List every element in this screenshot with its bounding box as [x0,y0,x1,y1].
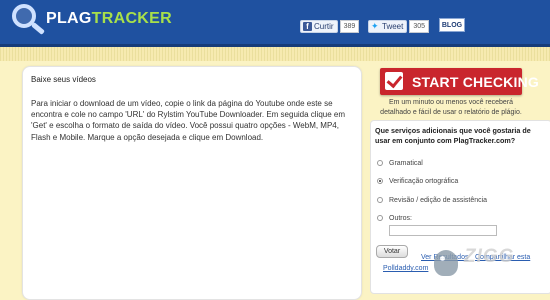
panel-body-text[interactable]: Para iniciar o download de um vídeo, cop… [31,98,357,143]
zigg-watermark-text: ZIGG [464,246,515,267]
facebook-like-count: 389 [339,19,360,33]
facebook-like-button[interactable]: f Curtir [300,19,338,33]
cta-subtitle: Em um minuto ou menos você receberá deta… [380,99,522,116]
polldaddy-link[interactable]: Polldaddy.com [383,265,428,272]
header-stripe-divider [0,47,550,61]
poll-option-revisao[interactable]: Revisão / edição de assistência [377,195,487,205]
panel-title: Baixe seus vídeos [31,75,96,84]
logo-text: PLAGTRACKER [46,10,172,28]
zigg-watermark: ZIGG [430,244,540,284]
poll-option-gramatical[interactable]: Gramatical [377,158,423,168]
outros-text-input[interactable] [389,225,497,236]
radio-button-selected[interactable] [377,178,383,184]
tweet-count: 305 [409,19,430,33]
twitter-bird-icon: ✦ [371,21,379,31]
logo-text-tracker: TRACKER [91,10,172,27]
start-checking-button[interactable]: START CHECKING [380,68,539,95]
magnifier-icon [12,4,36,28]
twitter-tweet-widget: ✦ Tweet 305 [368,19,430,33]
poll-option-label: Gramatical [389,159,423,167]
facebook-like-label: Curtir [314,21,334,31]
poll-option-label: Revisão / edição de assistência [389,196,488,204]
radio-button[interactable] [377,197,383,203]
poll-option-label: Verificação ortográfica [389,177,459,185]
poll-option-label: Outros: [389,214,412,222]
poll-option-verificacao[interactable]: Verificação ortográfica [377,176,458,186]
checkmark-icon [385,72,403,90]
radio-button[interactable] [377,160,383,166]
zigg-bird-icon [434,250,458,276]
tweet-label: Tweet [382,21,404,31]
site-header: PLAGTRACKER f Curtir 389 ✦ Tweet 305 BLO… [0,0,550,47]
logo-text-plag: PLAG [46,10,92,27]
radio-button[interactable] [377,215,383,221]
vote-button[interactable]: Votar [376,245,408,258]
facebook-icon: f [303,21,312,31]
start-checking-label: START CHECKING [412,74,539,90]
blog-link[interactable]: BLOG [439,18,465,32]
poll-option-outros[interactable]: Outros: [377,213,412,223]
survey-question: Que serviços adicionais que você gostari… [375,126,531,145]
facebook-like-widget: f Curtir 389 [300,19,360,33]
tweet-button[interactable]: ✦ Tweet [368,19,408,33]
content-panel: Baixe seus vídeos Para iniciar o downloa… [22,66,362,300]
